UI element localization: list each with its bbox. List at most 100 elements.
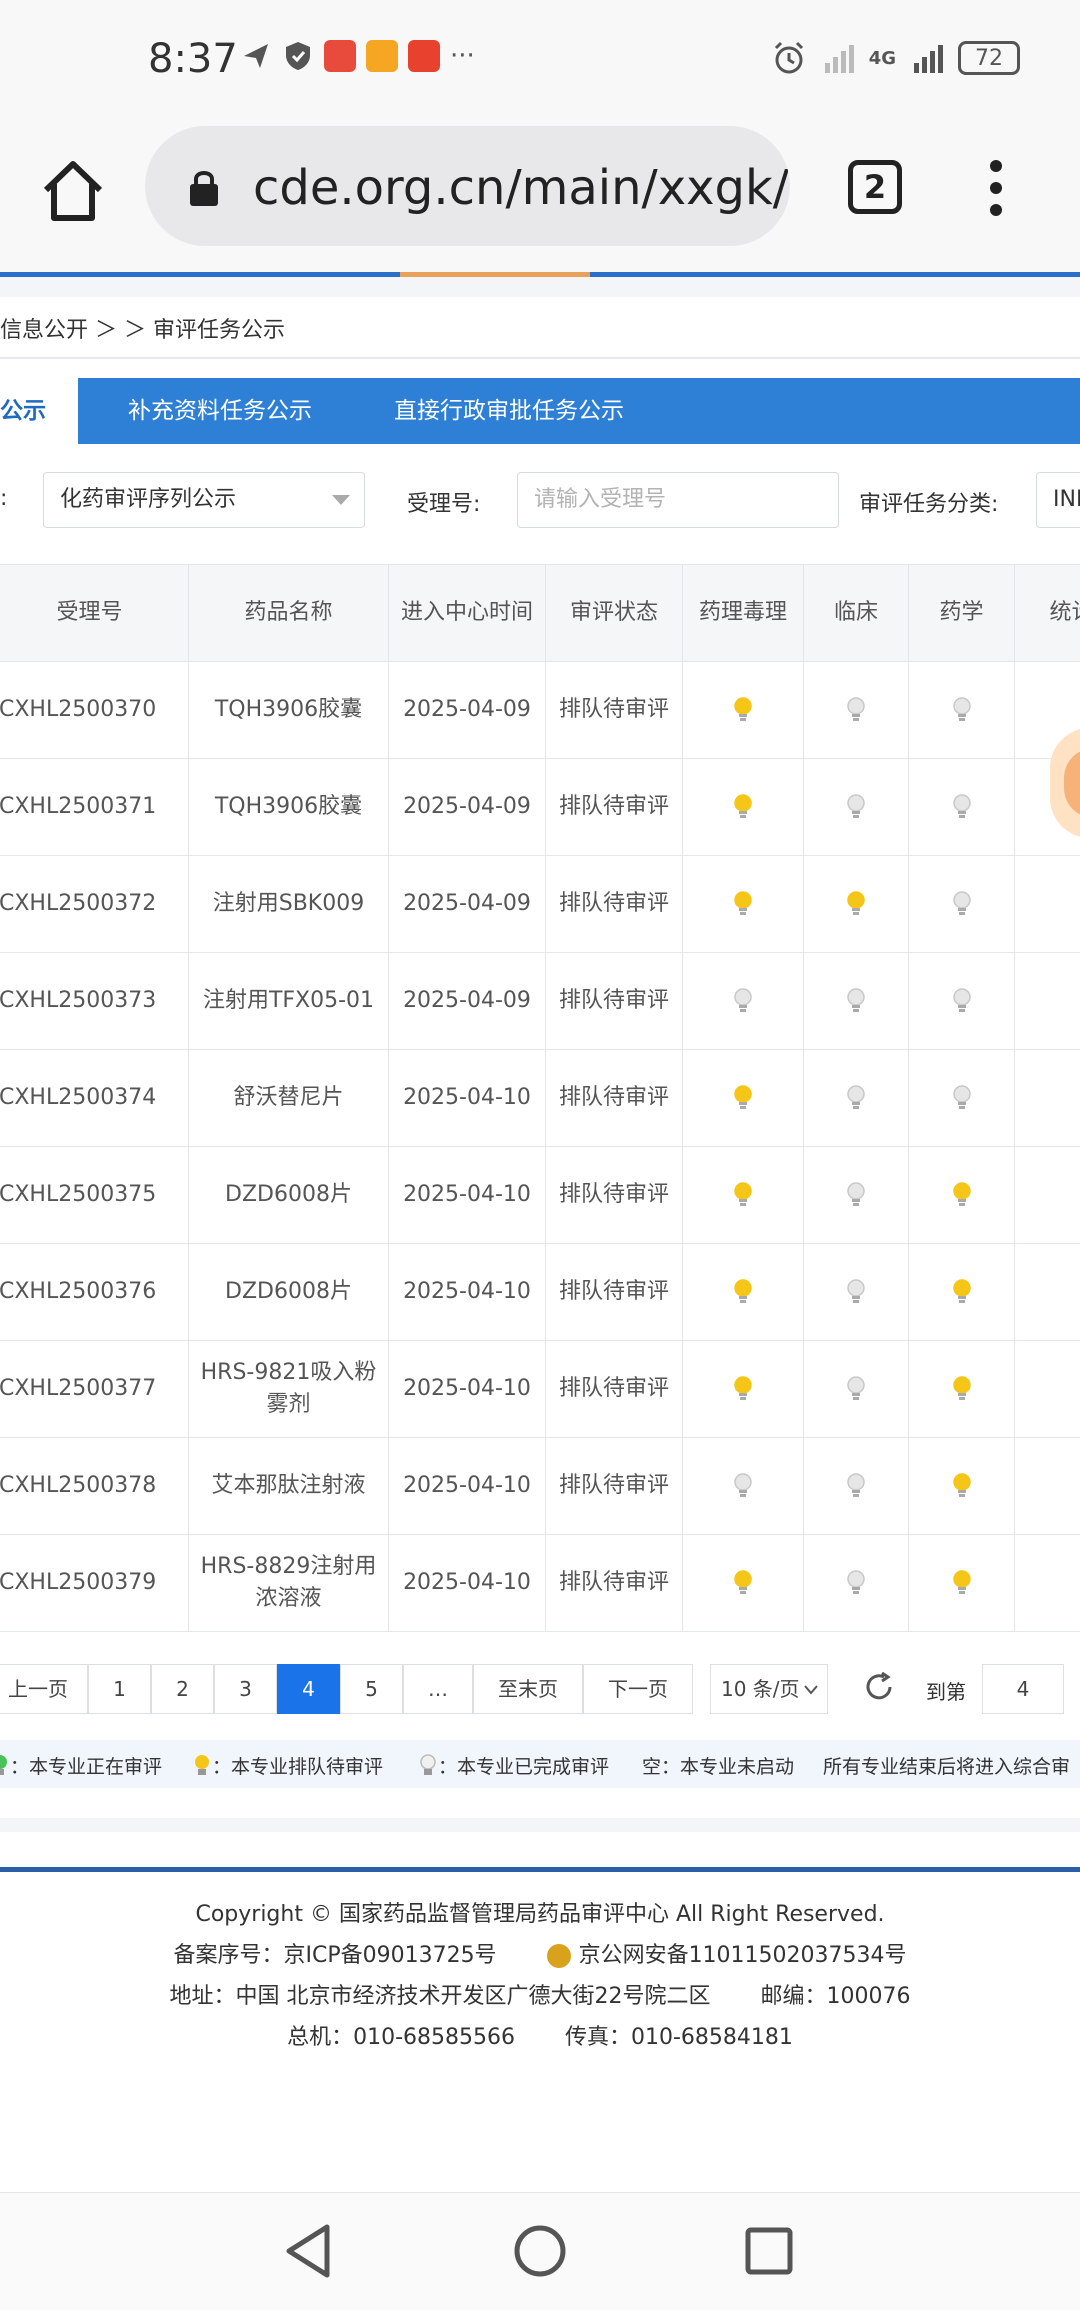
page-1-button[interactable]: 1 xyxy=(88,1664,151,1714)
cell-statistics xyxy=(1014,1049,1080,1147)
yellow-bulb-icon xyxy=(734,1376,752,1400)
table-header-row: 受理号 药品名称 进入中心时间 审评状态 药理毒理 临床 药学 统计 xyxy=(0,564,1080,662)
browser-toolbar: cde.org.cn/main/xxgk/lis 2 xyxy=(0,120,1080,272)
cell-statistics xyxy=(1014,1243,1080,1341)
page-4-button[interactable]: 4 xyxy=(277,1664,340,1714)
footer-fax: 传真：010-68584181 xyxy=(565,2025,793,2050)
table-row[interactable]: CXHL2500370 TQH3906胶囊 2025-04-09 排队待审评 xyxy=(0,661,1080,759)
cell-drug-name: HRS-8829注射用浓溶液 xyxy=(188,1534,389,1632)
cell-clinical xyxy=(803,952,909,1050)
cell-pharmacology xyxy=(682,1340,804,1438)
refresh-icon[interactable] xyxy=(862,1670,896,1704)
page-2-button[interactable]: 2 xyxy=(151,1664,214,1714)
yellow-bulb-icon xyxy=(847,891,865,915)
cell-accept-number: CXHL2500374 xyxy=(0,1049,189,1147)
header-clinical: 临床 xyxy=(803,564,909,662)
page-size-value: 10 条/页 xyxy=(721,1677,800,1701)
table-row[interactable]: CXHL2500377 HRS-9821吸入粉雾剂 2025-04-10 排队待审评 xyxy=(0,1340,1080,1438)
breadcrumb[interactable]: 信息公开 ＞ ＞ 审评任务公示 xyxy=(0,312,285,344)
white-bulb-icon xyxy=(952,794,971,818)
footer-registration: 备案序号：京ICP备09013725号 京公网安备11011502037534号 xyxy=(0,1935,1080,1976)
app-icon-red xyxy=(324,40,356,72)
accept-number-input[interactable]: 请输入受理号 xyxy=(517,472,839,528)
table-row[interactable]: CXHL2500374 舒沃替尼片 2025-04-10 排队待审评 xyxy=(0,1049,1080,1147)
cell-drug-name: DZD6008片 xyxy=(188,1243,389,1341)
table-row[interactable]: CXHL2500376 DZD6008片 2025-04-10 排队待审评 xyxy=(0,1243,1080,1341)
section-band xyxy=(0,1818,1080,1832)
tab-switcher-button[interactable]: 2 xyxy=(848,160,902,214)
cell-statistics xyxy=(1014,1534,1080,1632)
cell-review-status: 排队待审评 xyxy=(545,1534,683,1632)
battery-indicator: 72 xyxy=(958,41,1020,75)
header-band xyxy=(0,277,1080,297)
page-3-button[interactable]: 3 xyxy=(214,1664,277,1714)
footer-address-row: 地址：中国 北京市经济技术开发区广德大街22号院二区 邮编：100076 xyxy=(0,1976,1080,2017)
back-icon[interactable] xyxy=(283,2223,333,2279)
legend-note: 所有专业结束后将进入综合审 xyxy=(823,1752,1070,1779)
status-time: 8:37 xyxy=(148,36,238,82)
cell-accept-number: CXHL2500370 xyxy=(0,661,189,759)
tab-direct-approval-tasks[interactable]: 直接行政审批任务公示 xyxy=(394,378,624,444)
table-row[interactable]: CXHL2500375 DZD6008片 2025-04-10 排队待审评 xyxy=(0,1146,1080,1244)
footer-copyright: Copyright © 国家药品监督管理局药品审评中心 All Right Re… xyxy=(195,1902,885,1927)
tab-supplement-tasks[interactable]: 补充资料任务公示 xyxy=(128,378,312,444)
cell-accept-number: CXHL2500375 xyxy=(0,1146,189,1244)
goto-page-input[interactable]: 4 xyxy=(982,1664,1064,1714)
task-category-select[interactable]: INI xyxy=(1036,472,1080,528)
chevron-down-icon xyxy=(804,1685,818,1695)
legend-queued: ：本专业排队待审评 xyxy=(192,1752,383,1779)
yellow-bulb-icon xyxy=(952,1376,971,1400)
tab-publicity[interactable]: 公示 xyxy=(0,378,78,444)
cell-pharmacology xyxy=(682,1534,804,1632)
home-icon[interactable] xyxy=(38,156,108,226)
cell-pharmacy xyxy=(908,1049,1015,1147)
white-bulb-icon xyxy=(847,794,865,818)
footer-contact-row: 总机：010-68585566 传真：010-68584181 xyxy=(0,2017,1080,2058)
system-nav-bar xyxy=(0,2192,1080,2310)
address-bar[interactable]: cde.org.cn/main/xxgk/lis xyxy=(145,126,790,246)
page-ellipsis[interactable]: … xyxy=(403,1664,473,1714)
browser-menu-icon[interactable] xyxy=(985,160,1007,216)
next-page-button[interactable]: 下一页 xyxy=(583,1664,693,1714)
cell-pharmacy xyxy=(908,758,1015,856)
table-row[interactable]: CXHL2500371 TQH3906胶囊 2025-04-09 排队待审评 xyxy=(0,758,1080,856)
status-system-icons: 4G 72 xyxy=(771,40,1020,76)
last-page-button[interactable]: 至末页 xyxy=(473,1664,583,1714)
home-circle-icon[interactable] xyxy=(512,2223,568,2279)
page-size-select[interactable]: 10 条/页 xyxy=(710,1664,828,1714)
web-page: 信息公开 ＞ ＞ 审评任务公示 公示 补充资料任务公示 直接行政审批任务公示 :… xyxy=(0,272,1080,2192)
yellow-bulb-icon xyxy=(734,1085,752,1109)
header-pharmacy: 药学 xyxy=(908,564,1015,662)
cell-entry-date: 2025-04-10 xyxy=(388,1049,546,1147)
recents-icon[interactable] xyxy=(744,2226,794,2276)
shopping-app-icon xyxy=(408,40,440,72)
filter-bar: : 化药审评序列公示 受理号: 请输入受理号 审评任务分类: INI xyxy=(0,472,1080,530)
signal-sim2-icon xyxy=(914,45,943,73)
yellow-bulb-icon xyxy=(952,1182,971,1206)
task-table: 受理号 药品名称 进入中心时间 审评状态 药理毒理 临床 药学 统计 CXHL2… xyxy=(0,564,1080,1632)
cell-review-status: 排队待审评 xyxy=(545,1243,683,1341)
footer-police[interactable]: 京公网安备11011502037534号 xyxy=(579,1943,907,1968)
yellow-bulb-icon xyxy=(734,794,752,818)
status-notification-icons: ··· xyxy=(240,40,475,72)
table-row[interactable]: CXHL2500379 HRS-8829注射用浓溶液 2025-04-10 排队待审评 xyxy=(0,1534,1080,1632)
cell-drug-name: DZD6008片 xyxy=(188,1146,389,1244)
page-5-button[interactable]: 5 xyxy=(340,1664,403,1714)
footer-postcode: 邮编：100076 xyxy=(760,1984,911,2009)
cell-entry-date: 2025-04-09 xyxy=(388,855,546,953)
white-bulb-icon xyxy=(952,1085,971,1109)
cell-pharmacy xyxy=(908,1243,1015,1341)
cell-drug-name: TQH3906胶囊 xyxy=(188,661,389,759)
white-bulb-icon xyxy=(847,1085,865,1109)
table-row[interactable]: CXHL2500378 艾本那肽注射液 2025-04-10 排队待审评 xyxy=(0,1437,1080,1535)
header-statistics: 统计 xyxy=(1014,564,1080,662)
header-entry-date: 进入中心时间 xyxy=(388,564,546,662)
footer-icp[interactable]: 备案序号：京ICP备09013725号 xyxy=(173,1943,496,1968)
cell-pharmacology xyxy=(682,1243,804,1341)
table-row[interactable]: CXHL2500373 注射用TFX05-01 2025-04-09 排队待审评 xyxy=(0,952,1080,1050)
table-row[interactable]: CXHL2500372 注射用SBK009 2025-04-09 排队待审评 xyxy=(0,855,1080,953)
battery-level: 72 xyxy=(975,45,1003,71)
prev-page-button[interactable]: 上一页 xyxy=(0,1664,88,1714)
cell-statistics xyxy=(1014,855,1080,953)
category-select[interactable]: 化药审评序列公示 xyxy=(43,472,365,528)
